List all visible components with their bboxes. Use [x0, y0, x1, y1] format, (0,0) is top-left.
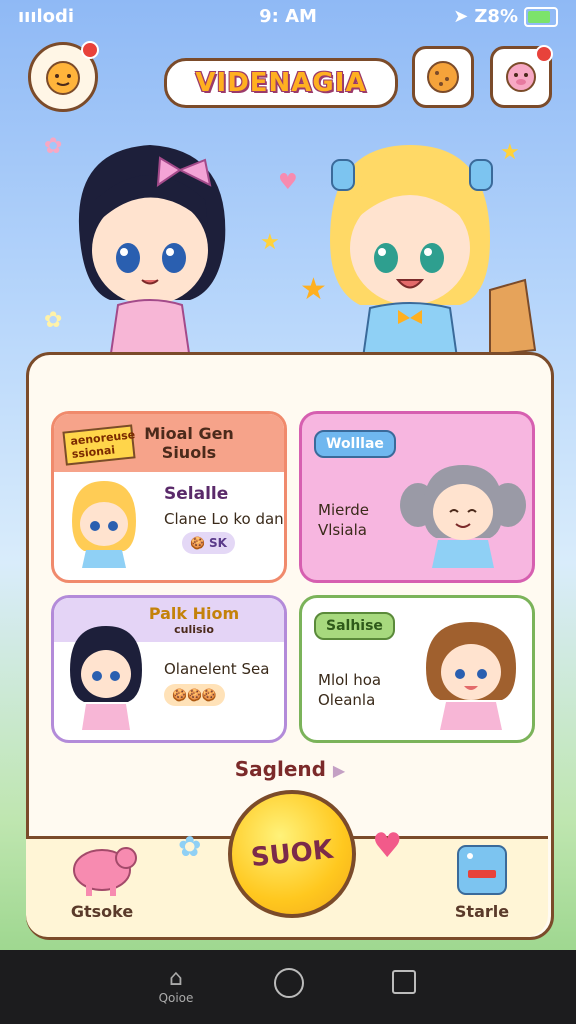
- reward-pill-text: SK: [208, 536, 227, 550]
- home-nav-label: Qoioe: [158, 991, 194, 1005]
- recents-square-button[interactable]: [392, 970, 416, 994]
- chibi-brown-hair-thumbnail: [426, 622, 516, 730]
- nav-left-label: Gtsoke: [70, 902, 134, 921]
- promo-tag: aenoreuse ssionai: [62, 424, 136, 466]
- mode-card-3[interactable]: Palk Hiom culisio Olanelent Sea 🍪🍪🍪: [51, 595, 287, 743]
- mode-card-2[interactable]: Wolllae Mierde Vlsiala: [299, 411, 535, 583]
- reward-pill: 🍪 SK: [182, 532, 235, 554]
- menu-button[interactable]: [490, 45, 553, 108]
- chibi-grey-hair-thumbnail: [400, 465, 526, 568]
- card-description: Mlol hoa Oleanla: [318, 671, 382, 709]
- card-header-text: Palk Hiom: [148, 604, 240, 623]
- app-logo: VIDENAGIA: [164, 58, 398, 108]
- location-icon: ➤: [453, 6, 469, 27]
- section-label: Saglend: [234, 757, 326, 781]
- section-link[interactable]: Saglend ▶: [29, 757, 551, 781]
- main-play-button[interactable]: SUOK: [228, 790, 356, 918]
- card-description: Olanelent Sea: [164, 660, 270, 678]
- battery-fill: [528, 10, 551, 23]
- profile-button[interactable]: [28, 41, 99, 112]
- heart-icon: ♥: [278, 170, 298, 195]
- play-button-label: SUOK: [249, 834, 335, 874]
- card-subheader: culisio: [174, 623, 214, 636]
- chibi-blonde-thumbnail: [72, 481, 136, 568]
- pink-pig-icon: [73, 847, 137, 896]
- notification-dot: [81, 41, 99, 59]
- rewards-button[interactable]: [412, 46, 474, 108]
- system-navigation-bar: ⌂ Qoioe: [0, 950, 576, 1024]
- home-nav[interactable]: ⌂ Qoioe: [148, 966, 204, 1005]
- heart-icon: ♥: [372, 826, 403, 866]
- battery-icon: [524, 6, 558, 27]
- flower-icon: ✿: [44, 134, 63, 159]
- status-right: ➤ Z8%: [453, 6, 558, 27]
- logo-text: VIDENAGIA: [195, 68, 367, 98]
- chibi-blonde-girl-illustration: [330, 145, 537, 388]
- card-title: Selalle: [164, 484, 229, 504]
- character-left: [40, 130, 250, 383]
- status-bar: ııılodi 9: AM ➤ Z8%: [0, 0, 576, 34]
- home-circle-button[interactable]: [274, 968, 304, 998]
- flower-icon: ✿: [178, 830, 202, 863]
- mode-chip: Salhise: [314, 612, 395, 640]
- star-icon: ★: [500, 140, 520, 165]
- cookie-icon: 🍪🍪🍪: [172, 688, 217, 702]
- mode-card-4[interactable]: Salhise Mlol hoa Oleanla: [299, 595, 535, 743]
- nav-right-label: Starle: [454, 902, 510, 921]
- mode-card-1[interactable]: Mioal Gen Siuols aenoreuse ssionai Selal…: [51, 411, 287, 583]
- chibi-dark-hair-thumbnail: [70, 626, 142, 730]
- card-description: Clane Lo ko dan: [164, 510, 284, 528]
- mode-chip: Wolllae: [314, 430, 396, 458]
- chibi-girl-illustration: [78, 145, 226, 383]
- battery-percent: Z8%: [474, 6, 518, 27]
- nav-right-button[interactable]: Starle: [436, 842, 528, 921]
- star-icon: ★: [300, 272, 327, 307]
- notification-dot: [535, 45, 553, 63]
- cookie-icon: 🍪: [190, 536, 205, 550]
- pig-face-icon: [506, 62, 536, 92]
- cookie-icon: [427, 61, 459, 93]
- star-icon: ★: [260, 230, 280, 255]
- game-console-icon: [457, 845, 507, 895]
- card-header-text: Mioal Gen Siuols: [144, 424, 234, 462]
- flower-icon: ✿: [44, 308, 63, 333]
- nav-left-button[interactable]: Gtsoke: [52, 838, 152, 921]
- avatar-icon: [46, 61, 80, 95]
- card-description: Mierde Vlsiala: [318, 501, 369, 539]
- house-icon: ⌂: [169, 966, 183, 991]
- character-right: [320, 130, 540, 388]
- reward-pill: 🍪🍪🍪: [164, 684, 225, 706]
- chevron-right-icon: ▶: [332, 761, 346, 780]
